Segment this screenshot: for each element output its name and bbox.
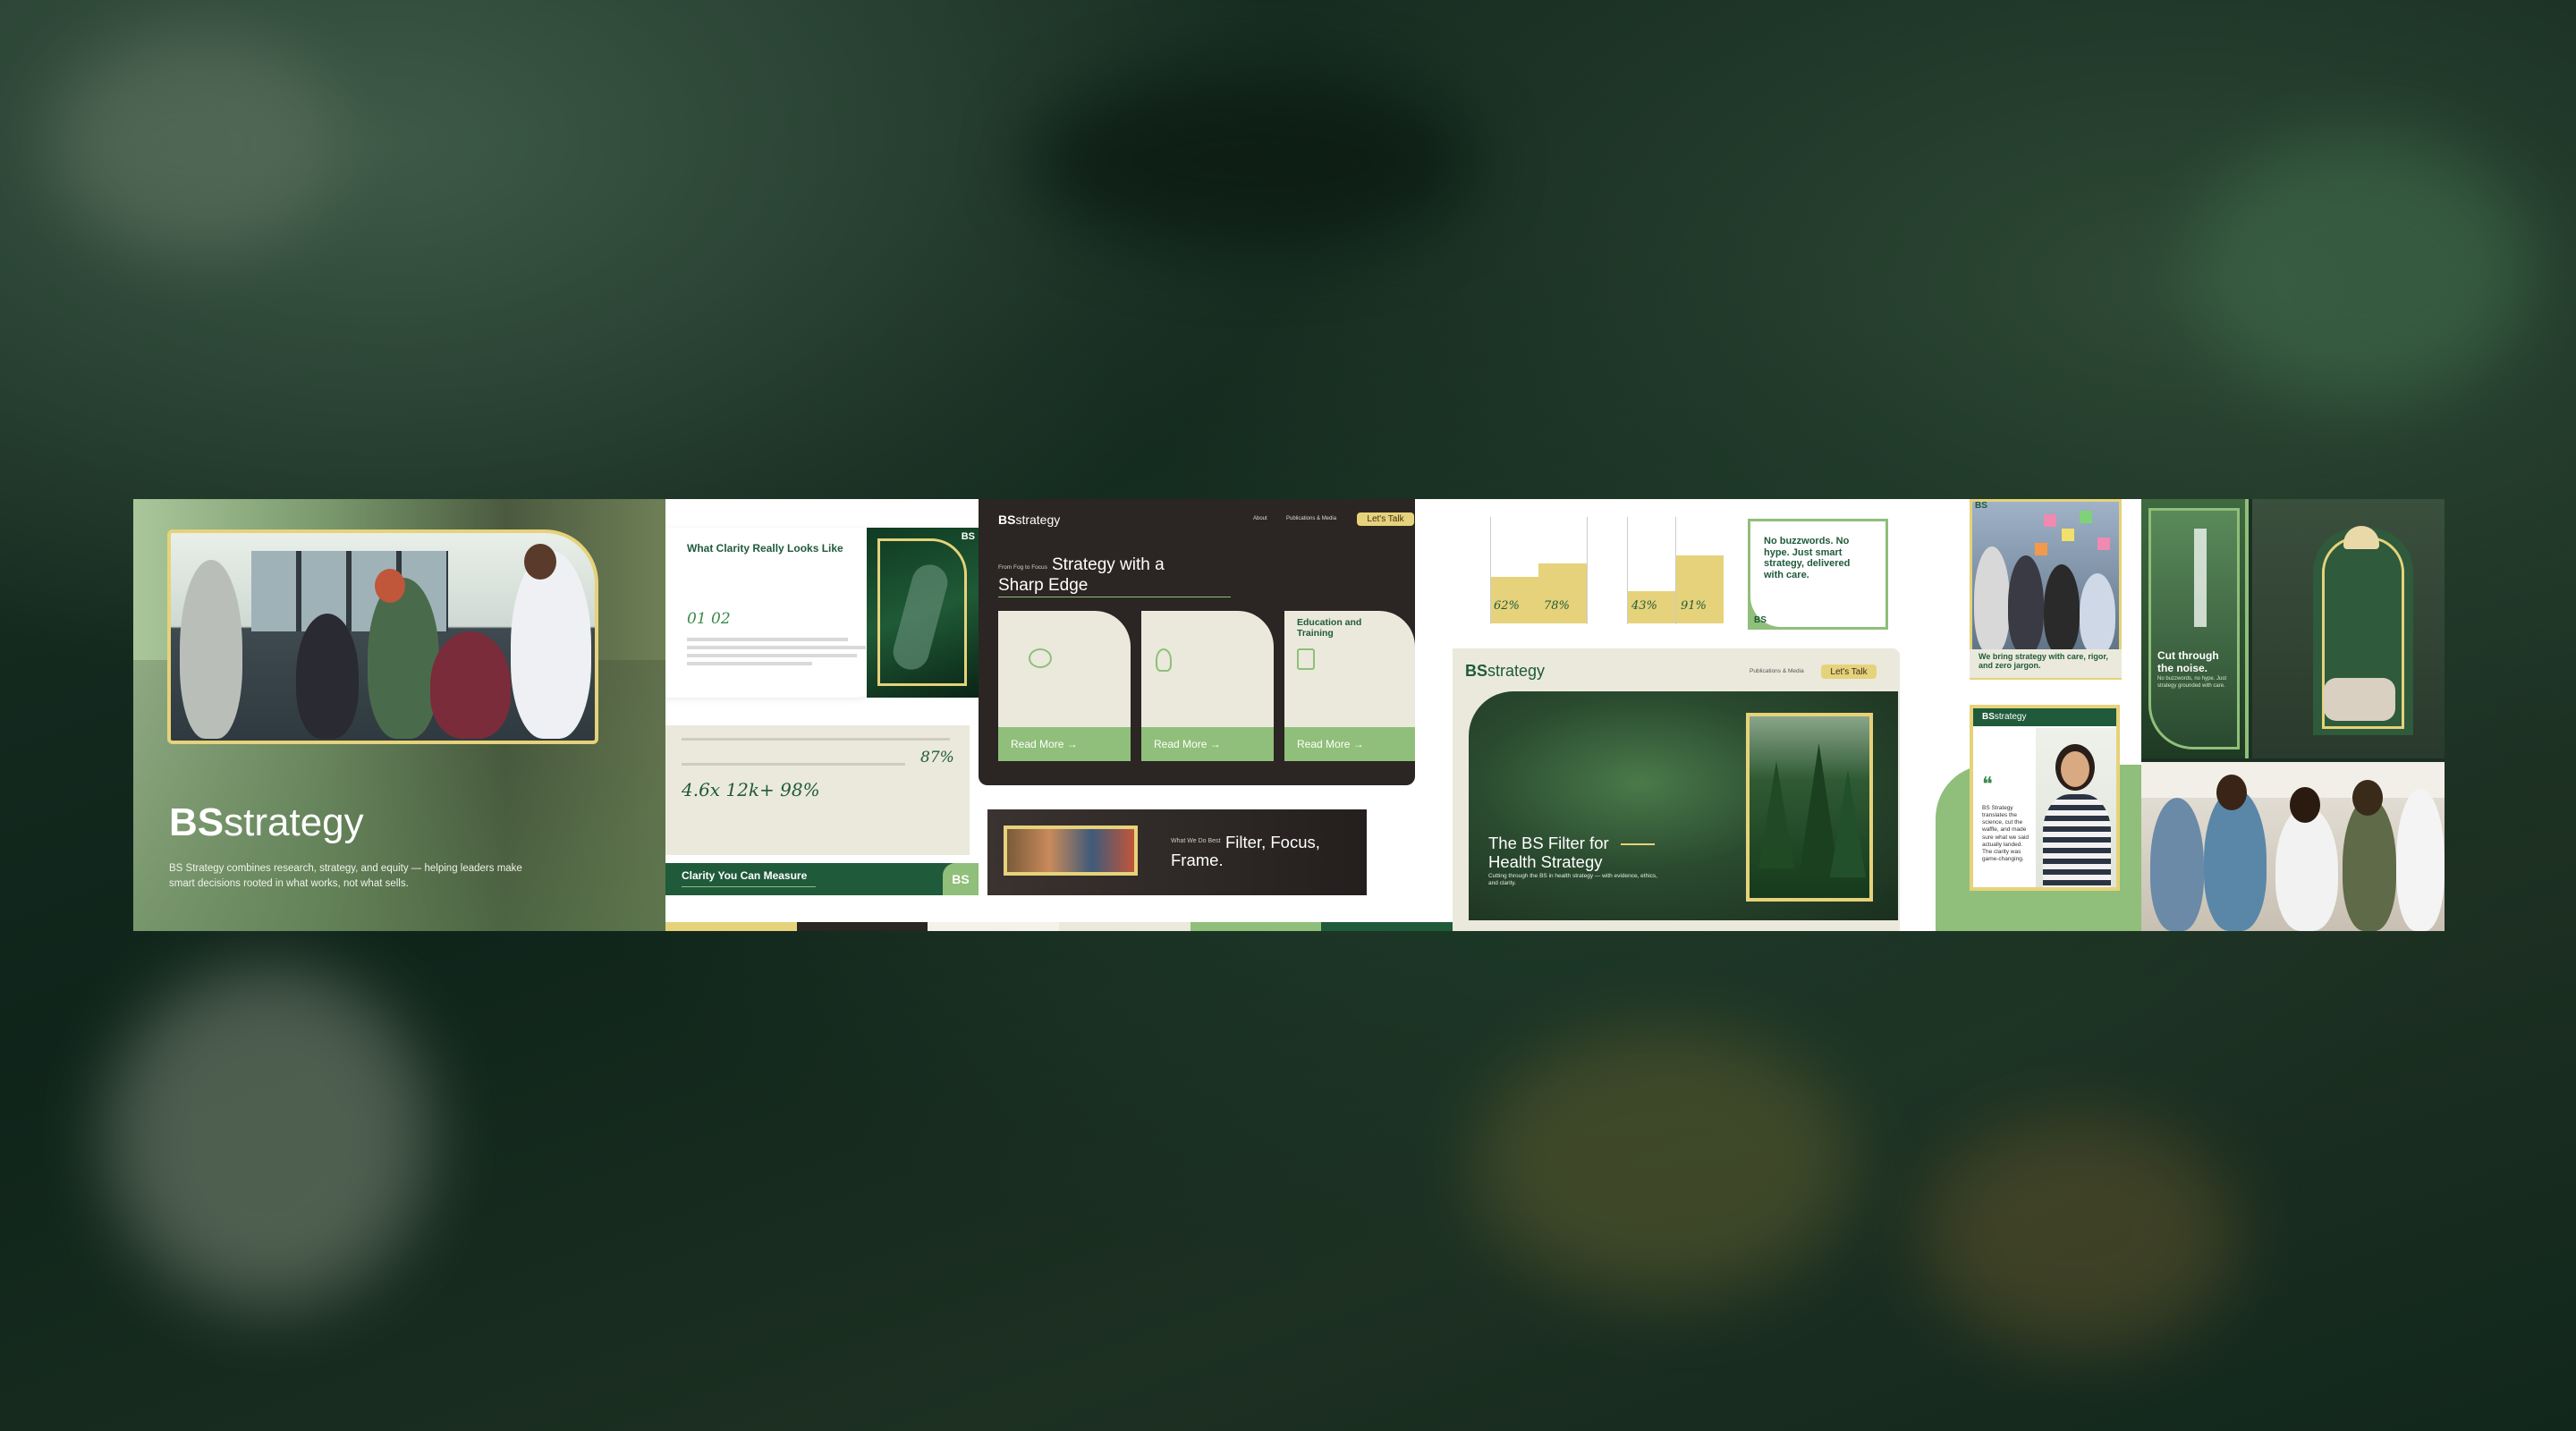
interior-story bbox=[2252, 499, 2445, 758]
bar-label-2: 78% bbox=[1544, 599, 1570, 613]
banner-photo bbox=[1004, 826, 1138, 876]
site-dark: BSstrategy About Publications & Media Le… bbox=[979, 499, 1415, 785]
banner-title-line1: Filter, Focus, bbox=[1225, 833, 1320, 851]
mockup-strip: BSstrategy BS Strategy combines research… bbox=[133, 499, 2445, 931]
training-icon bbox=[1297, 648, 1315, 670]
forest-river-photo: BS bbox=[867, 528, 979, 698]
nav-about[interactable]: About bbox=[1253, 516, 1267, 521]
logo-bold: BS bbox=[169, 800, 225, 844]
hero-line2: Sharp Edge bbox=[998, 576, 1089, 595]
quote-badge: BS bbox=[1754, 615, 1767, 625]
coffee-team-photo bbox=[2141, 762, 2445, 931]
panel-website-dark: BSstrategy About Publications & Media Le… bbox=[979, 499, 1453, 931]
quote-card: No buzzwords. No hype. Just smart strate… bbox=[1748, 519, 1888, 630]
pine-forest-photo bbox=[1746, 713, 1873, 902]
panel-health-strategy: 62% 78% 43% 91% No buzzwords. No hype. J… bbox=[1453, 499, 1936, 931]
site-light: BSstrategy Publications & Media Let's Ta… bbox=[1453, 648, 1900, 931]
panel-stories: Cut through the noise. No buzzwords, no … bbox=[2141, 499, 2445, 931]
story-sub: No buzzwords, no hype. Just strategy gro… bbox=[2157, 676, 2227, 689]
logo-light: strategy bbox=[224, 800, 364, 844]
testimonial-text: BS Strategy translates the science, cut … bbox=[1982, 805, 2029, 862]
stats-footer: Clarity You Can Measure BS bbox=[665, 863, 979, 895]
health-hero-sub: Cutting through the BS in health strateg… bbox=[1488, 873, 1657, 887]
bar-label-3: 43% bbox=[1631, 599, 1657, 613]
clarity-heading: What Clarity Really Looks Like bbox=[687, 542, 843, 555]
social-caption-card: We bring strategy with care, rigor, and … bbox=[1970, 649, 2122, 678]
panel-social: BS We bring strategy with care, rigor, a… bbox=[1936, 499, 2141, 931]
quote-mark-icon: ❝ bbox=[1982, 773, 1993, 795]
story-title-line2: the noise. bbox=[2157, 662, 2208, 674]
story-title-line1: Cut through bbox=[2157, 649, 2219, 662]
read-more-3[interactable]: Read More → bbox=[1284, 727, 1415, 761]
hero-description: BS Strategy combines research, strategy,… bbox=[169, 863, 522, 890]
site-logo: BSstrategy bbox=[998, 512, 1061, 527]
health-hero-line2: Health Strategy bbox=[1488, 852, 1603, 871]
service-card-2[interactable]: Read More → bbox=[1141, 611, 1274, 761]
stats-footer-badge: BS bbox=[943, 863, 979, 895]
read-more-2[interactable]: Read More → bbox=[1141, 727, 1274, 761]
stats-card: 4.6x 12k+ 98% 87% bbox=[665, 725, 970, 855]
hero-logo: BSstrategy bbox=[169, 803, 364, 843]
site-light-nav[interactable]: Publications & Media bbox=[1750, 668, 1804, 674]
read-more-1[interactable]: Read More → bbox=[998, 727, 1131, 761]
social-caption: We bring strategy with care, rigor, and … bbox=[1979, 652, 2108, 671]
stats-left: 4.6x 12k+ 98% bbox=[682, 779, 820, 800]
bar-4 bbox=[1675, 555, 1724, 623]
site-light-cta[interactable]: Let's Talk bbox=[1821, 665, 1877, 679]
bar-label-1: 62% bbox=[1494, 599, 1520, 613]
clarity-numbers: 01 02 bbox=[687, 610, 731, 628]
panel-clarity: What Clarity Really Looks Like 01 02 BS … bbox=[665, 499, 979, 931]
clarity-badge: BS bbox=[961, 531, 975, 542]
bar-chart-card: 62% 78% 43% 91% bbox=[1462, 499, 1775, 633]
bar-label-4: 91% bbox=[1681, 599, 1707, 613]
hero-kicker: From Fog to Focus bbox=[998, 564, 1047, 571]
lets-talk-button[interactable]: Let's Talk bbox=[1357, 512, 1414, 526]
arrow-icon bbox=[1621, 843, 1655, 845]
clarity-card: What Clarity Really Looks Like 01 02 bbox=[665, 528, 889, 698]
smiling-woman-photo bbox=[2036, 728, 2116, 887]
hero-line1: Strategy with a bbox=[1052, 555, 1165, 574]
service-card-3[interactable]: Education and Training Read More → bbox=[1284, 611, 1415, 761]
testimonial-card: BSstrategy ❝ BS Strategy translates the … bbox=[1970, 705, 2120, 891]
filter-banner: What We Do Best Filter, Focus, Frame. bbox=[987, 809, 1367, 895]
swatch-strip bbox=[665, 922, 1453, 931]
person-icon bbox=[1156, 648, 1172, 672]
social-badge: BS bbox=[1975, 501, 1987, 511]
waterfall-story: Cut through the noise. No buzzwords, no … bbox=[2141, 499, 2249, 758]
service-card-3-title: Education and Training bbox=[1297, 617, 1362, 639]
stats-footer-title: Clarity You Can Measure bbox=[682, 869, 808, 882]
service-card-1[interactable]: Read More → bbox=[998, 611, 1131, 761]
misty-forest-hero: The BS Filter for Health Strategy Cuttin… bbox=[1469, 691, 1898, 920]
bar-2 bbox=[1538, 563, 1587, 623]
health-hero-line1: The BS Filter for bbox=[1488, 834, 1609, 852]
panel-hero-team: BSstrategy BS Strategy combines research… bbox=[133, 499, 665, 931]
nav-publications[interactable]: Publications & Media bbox=[1286, 516, 1336, 521]
testimonial-header: BSstrategy bbox=[1973, 708, 2116, 726]
quote-text: No buzzwords. No hype. Just smart strate… bbox=[1764, 536, 1851, 580]
team-photo bbox=[167, 529, 598, 744]
chat-icon bbox=[1029, 648, 1052, 668]
site-light-logo: BSstrategy bbox=[1465, 662, 1546, 680]
banner-title-line2: Frame. bbox=[1171, 851, 1224, 869]
banner-kicker: What We Do Best bbox=[1171, 838, 1221, 844]
stats-right: 87% bbox=[920, 749, 954, 766]
